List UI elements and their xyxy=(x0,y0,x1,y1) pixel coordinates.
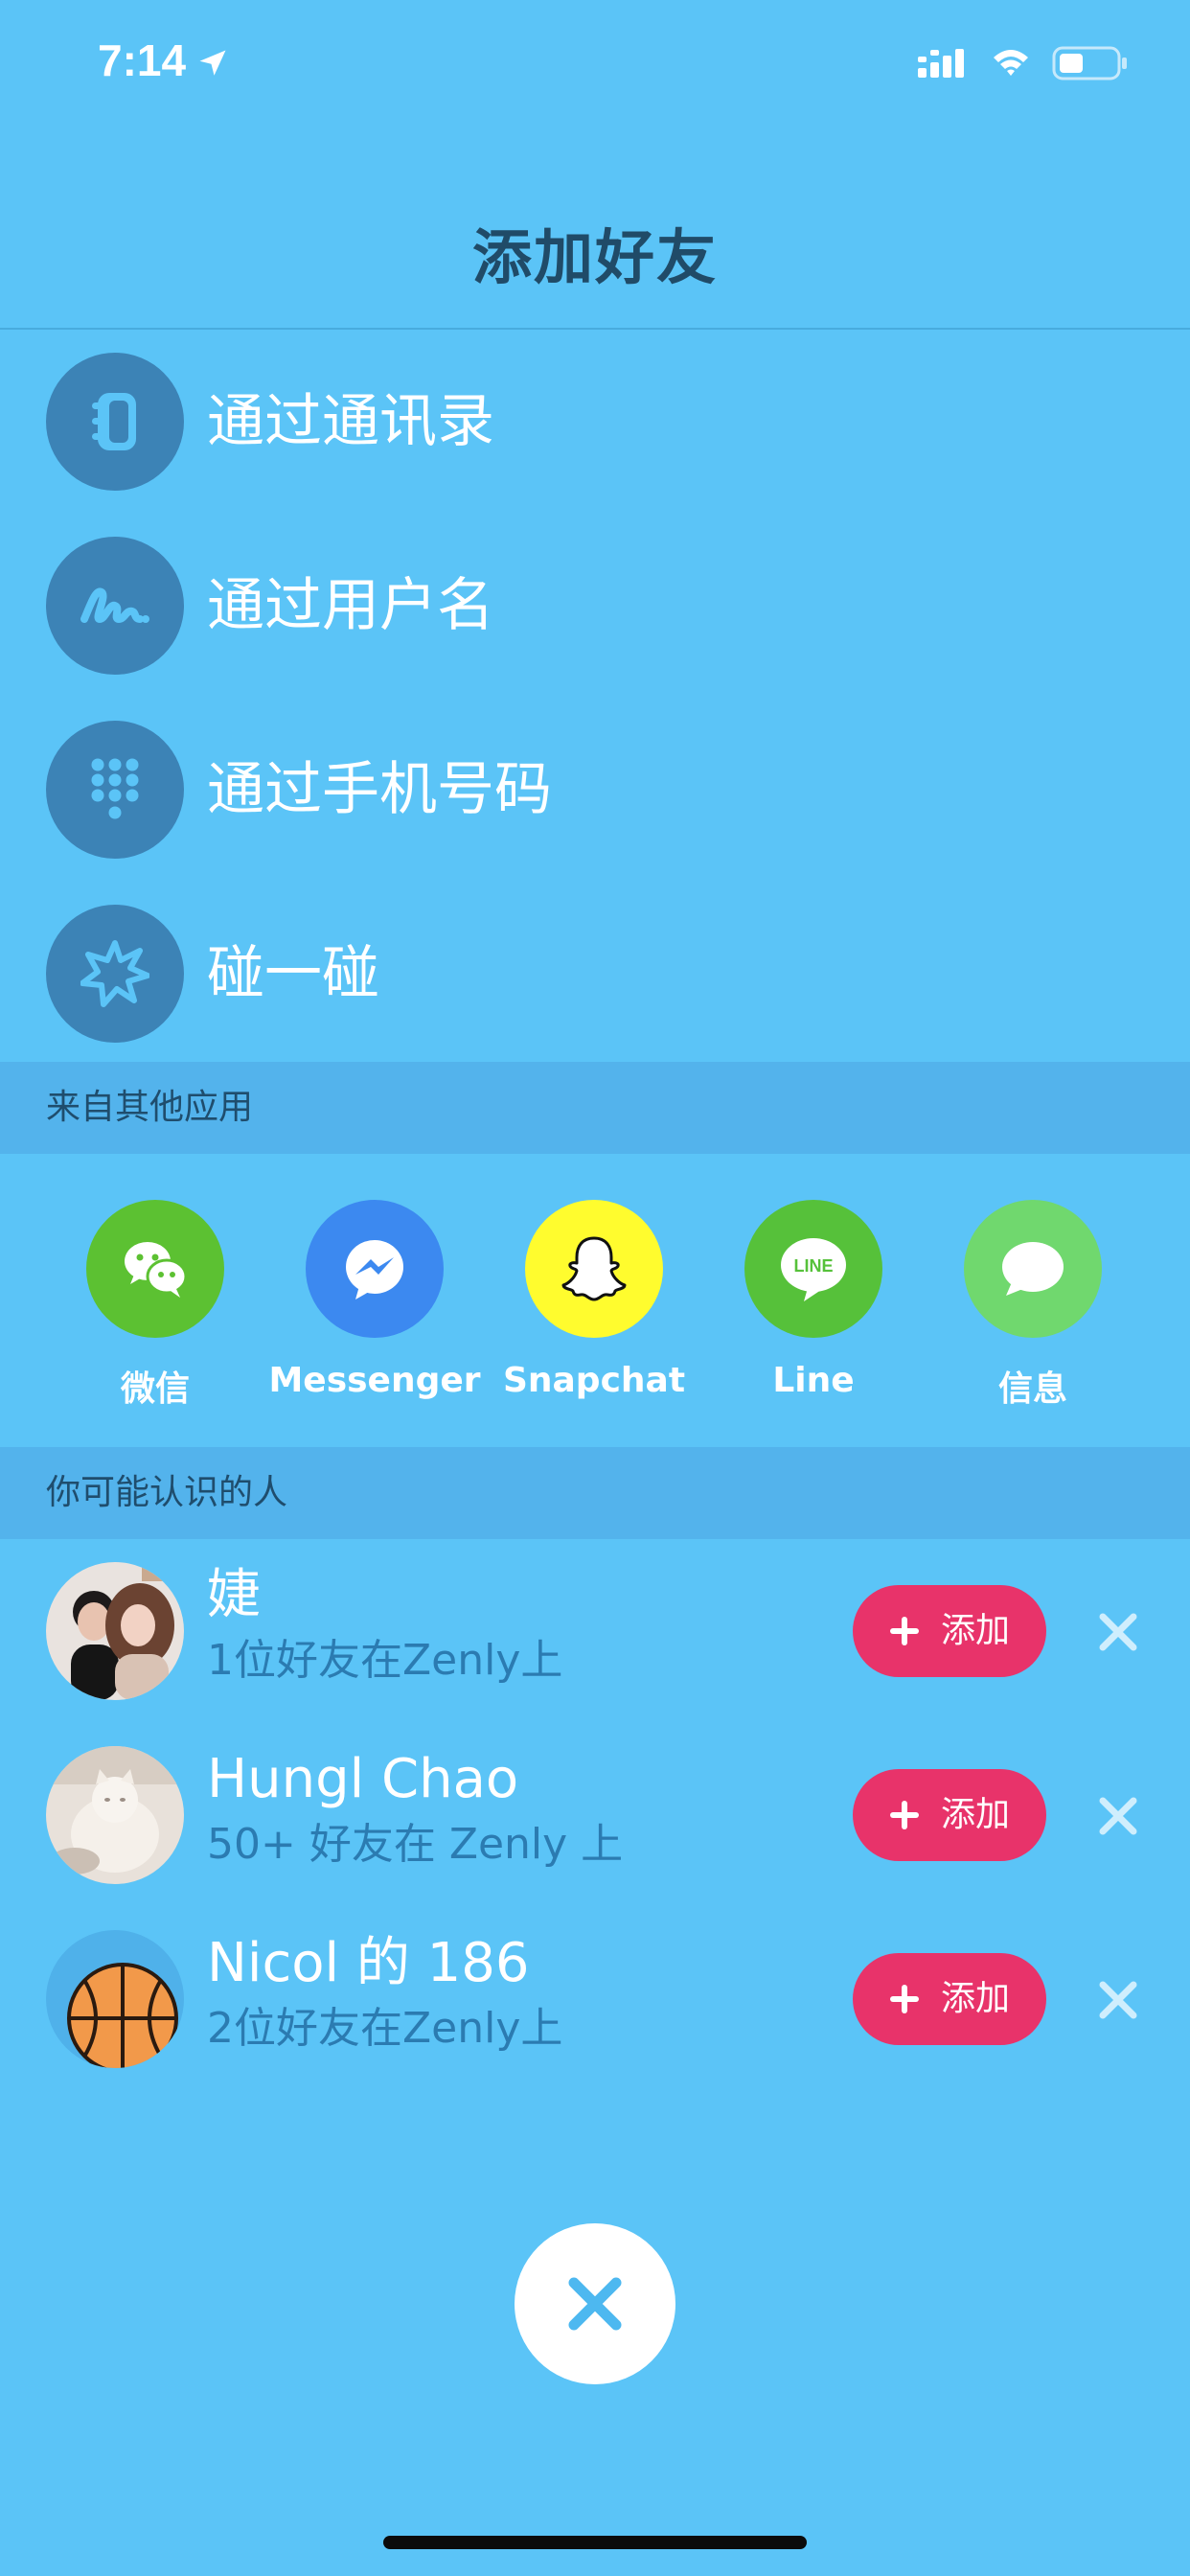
add-friend-button[interactable]: 添加 xyxy=(853,1769,1046,1861)
add-button-label: 添加 xyxy=(941,1795,1011,1834)
suggestion-row: Hungl Chao 50+ 好友在 Zenly 上 添加 xyxy=(0,1723,1190,1907)
wifi-icon xyxy=(994,50,1028,76)
app-line[interactable]: LINE Line xyxy=(704,1200,923,1411)
method-icon-circle xyxy=(46,905,184,1043)
add-button-label: 添加 xyxy=(941,1611,1011,1650)
plus-icon xyxy=(890,1801,919,1829)
avatar[interactable] xyxy=(46,1746,184,1884)
svg-text:LINE: LINE xyxy=(793,1256,833,1276)
app-icon-circle: LINE xyxy=(744,1200,882,1338)
apps-row: 微信 Messenger Snapchat LINE Line 信息 xyxy=(0,1154,1190,1447)
suggestion-row: Nicol 的 186 2位好友在Zenly上 添加 xyxy=(0,1907,1190,2091)
messenger-icon xyxy=(346,1240,403,1300)
app-label: 信息 xyxy=(997,1369,1067,1409)
status-time: 7:14 xyxy=(98,35,187,85)
method-label: 通过用户名 xyxy=(207,572,494,639)
person-mutual-friends: 50+ 好友在 Zenly 上 xyxy=(207,1820,624,1869)
dismiss-icon[interactable] xyxy=(1098,1796,1138,1836)
app-icon-circle xyxy=(306,1200,444,1338)
app-label: Snapchat xyxy=(502,1361,686,1400)
dismiss-icon[interactable] xyxy=(1098,1980,1138,2020)
basketball-avatar xyxy=(46,1930,184,2068)
add-friends-screen: 7:14 添加好友 通过通讯录 通过用户名 通过手机号码 碰一碰 来自其他应用 … xyxy=(0,0,1190,2576)
close-icon xyxy=(568,2277,622,2331)
method-icon-circle xyxy=(46,721,184,859)
contacts-book-icon xyxy=(92,393,136,450)
method-icon-circle xyxy=(46,353,184,491)
signature-icon xyxy=(80,587,149,623)
section-title: 来自其他应用 xyxy=(46,1088,254,1127)
app-messages[interactable]: 信息 xyxy=(924,1200,1142,1411)
cellular-signal-icon xyxy=(918,49,964,78)
avatar[interactable] xyxy=(46,1930,184,2068)
person-name: Nicol 的 186 xyxy=(207,1932,530,1994)
plus-icon xyxy=(890,1985,919,2013)
add-button-label: 添加 xyxy=(941,1979,1011,2018)
method-phone-number[interactable]: 通过手机号码 xyxy=(0,698,1190,882)
method-username[interactable]: 通过用户名 xyxy=(0,514,1190,698)
avatar[interactable] xyxy=(46,1562,184,1700)
app-snapchat[interactable]: Snapchat xyxy=(485,1200,703,1411)
messages-bubble-icon xyxy=(1002,1242,1064,1296)
battery-icon xyxy=(1052,46,1127,80)
close-button[interactable] xyxy=(515,2223,675,2384)
snapchat-ghost-icon xyxy=(561,1236,627,1301)
app-icon-circle xyxy=(964,1200,1102,1338)
home-indicator[interactable] xyxy=(383,2536,807,2549)
location-arrow-icon xyxy=(199,50,226,76)
line-icon: LINE xyxy=(781,1238,846,1301)
cat-photo-avatar xyxy=(46,1746,184,1884)
couple-photo-avatar xyxy=(46,1562,184,1700)
app-label: Messenger xyxy=(268,1361,481,1400)
app-icon-circle xyxy=(525,1200,663,1338)
plus-icon xyxy=(890,1617,919,1645)
method-label: 通过手机号码 xyxy=(207,756,552,823)
status-bar: 7:14 xyxy=(0,0,1190,126)
app-messenger[interactable]: Messenger xyxy=(265,1200,484,1411)
add-friend-button[interactable]: 添加 xyxy=(853,1585,1046,1677)
dismiss-icon[interactable] xyxy=(1098,1612,1138,1652)
method-bump[interactable]: 碰一碰 xyxy=(0,882,1190,1066)
person-mutual-friends: 2位好友在Zenly上 xyxy=(207,2004,563,2053)
add-friend-button[interactable]: 添加 xyxy=(853,1953,1046,2045)
method-icon-circle xyxy=(46,537,184,675)
person-name: Hungl Chao xyxy=(207,1748,519,1810)
dialpad-icon xyxy=(91,758,139,819)
suggestions-section-header: 你可能认识的人 xyxy=(0,1447,1190,1539)
app-icon-circle xyxy=(86,1200,224,1338)
suggestion-row: 婕 1位好友在Zenly上 添加 xyxy=(0,1539,1190,1723)
app-label: 微信 xyxy=(120,1369,190,1409)
app-wechat[interactable]: 微信 xyxy=(46,1200,264,1411)
header: 添加好友 xyxy=(0,172,1190,330)
method-label: 碰一碰 xyxy=(207,940,379,1007)
page-title: 添加好友 xyxy=(471,222,718,292)
other-apps-section-header: 来自其他应用 xyxy=(0,1062,1190,1154)
wechat-icon xyxy=(125,1242,188,1298)
section-title: 你可能认识的人 xyxy=(46,1473,288,1512)
method-contacts[interactable]: 通过通讯录 xyxy=(0,330,1190,514)
person-name: 婕 xyxy=(207,1564,261,1626)
app-label: Line xyxy=(772,1361,855,1400)
method-label: 通过通讯录 xyxy=(207,388,494,455)
person-mutual-friends: 1位好友在Zenly上 xyxy=(207,1636,563,1685)
bump-burst-icon xyxy=(80,940,149,1007)
